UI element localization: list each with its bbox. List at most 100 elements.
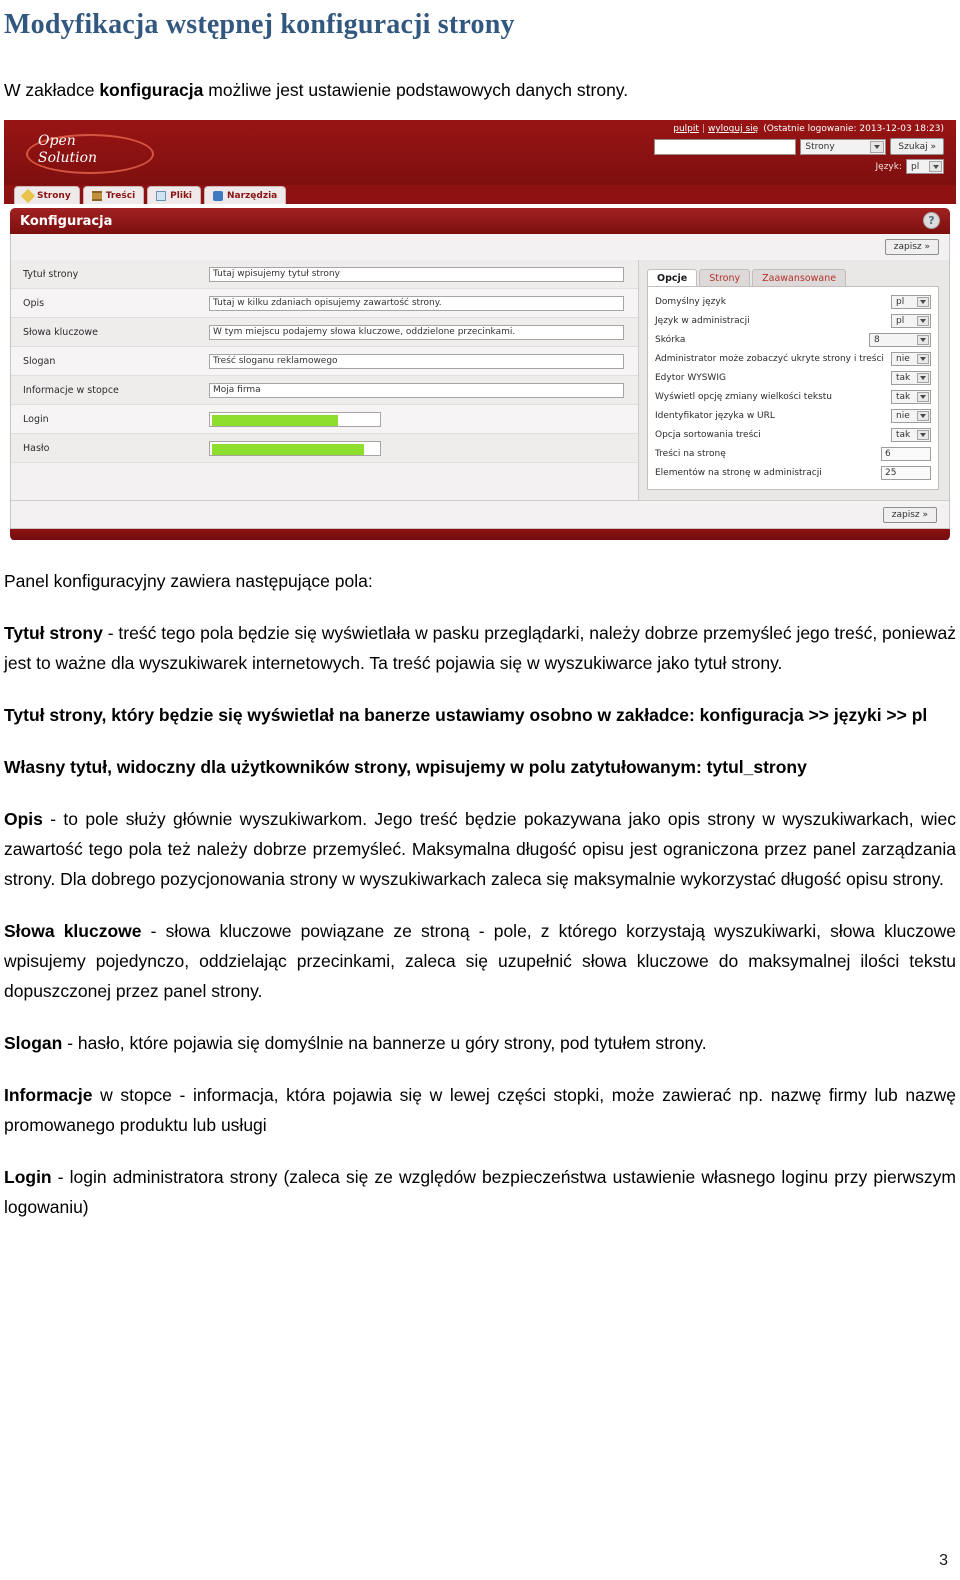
paragraph-opis: Opis - to pole służy głównie wyszukiwark…	[4, 804, 956, 894]
chevron-down-icon	[917, 391, 929, 402]
option-row: Domyślny język pl	[655, 292, 931, 311]
form-row: Slogan Treść sloganu reklamowego	[11, 347, 638, 376]
ukryte-strony-select[interactable]: nie	[891, 351, 931, 366]
form-row: Tytuł strony Tutaj wpisujemy tytuł stron…	[11, 260, 638, 289]
search-button[interactable]: Szukaj »	[890, 138, 944, 155]
opis-input[interactable]: Tutaj w kilku zdaniach opisujemy zawarto…	[209, 295, 624, 311]
term-slowa-kluczowe: Słowa kluczowe	[4, 921, 142, 941]
nav-tab-narzedzia[interactable]: Narzędzia	[204, 186, 287, 204]
form-row: Opis Tutaj w kilku zdaniach opisujemy za…	[11, 289, 638, 318]
paragraph-text: w stopce - informacja, która pojawia się…	[4, 1085, 956, 1135]
edytor-wyswig-select[interactable]: tak	[891, 370, 931, 385]
form-row: Informacje w stopce Moja firma	[11, 376, 638, 405]
option-row: Wyświetl opcję zmiany wielkości tekstu t…	[655, 387, 931, 406]
panel-columns: Tytuł strony Tutaj wpisujemy tytuł stron…	[11, 260, 949, 500]
slogan-input[interactable]: Treść sloganu reklamowego	[209, 353, 624, 369]
save-button-bottom[interactable]: zapisz »	[882, 506, 937, 523]
chevron-down-icon	[917, 410, 929, 421]
field-control: W tym miejscu podajemy słowa kluczowe, o…	[209, 324, 638, 340]
file-icon	[156, 190, 167, 201]
paragraph-text: - treść tego pola będzie się wyświetlała…	[4, 623, 956, 673]
app-logo: Open Solution	[24, 126, 154, 176]
header-right-area: pulpit | wyloguj się (Ostatnie logowanie: 2…	[654, 124, 944, 174]
panel-toolbar: zapisz »	[11, 234, 949, 260]
elementow-na-strone-input[interactable]: 25	[881, 465, 931, 480]
tresci-na-strone-input[interactable]: 6	[881, 446, 931, 461]
option-value: tak	[896, 391, 911, 402]
nav-tab-tresci[interactable]: Treści	[82, 186, 145, 204]
option-label: Elementów na stronę w administracji	[655, 467, 822, 478]
body-content: Panel konfiguracyjny zawiera następujące…	[4, 566, 956, 1222]
tools-icon	[213, 190, 224, 201]
nav-tab-label: Pliki	[170, 190, 193, 201]
option-row: Opcja sortowania treści tak	[655, 425, 931, 444]
tab-strony[interactable]: Strony	[699, 269, 751, 286]
search-input[interactable]	[654, 138, 797, 155]
search-scope-select[interactable]: Strony	[800, 138, 887, 155]
field-control: Treść sloganu reklamowego	[209, 353, 638, 369]
paragraph-login: Login - login administratora strony (zal…	[4, 1162, 956, 1222]
options-list: Domyślny język pl Język w administracji …	[647, 286, 939, 490]
app-screenshot: Open Solution pulpit | wyloguj się (Ostatni…	[4, 120, 956, 540]
option-label: Opcja sortowania treści	[655, 429, 761, 440]
sortowanie-tresci-select[interactable]: tak	[891, 427, 931, 442]
tab-zaawansowane[interactable]: Zaawansowane	[752, 269, 847, 286]
options-tabstrip: Opcje Strony Zaawansowane	[647, 268, 939, 286]
option-label: Identyfikator języka w URL	[655, 410, 775, 421]
nav-tab-label: Treści	[105, 190, 136, 201]
chevron-down-icon	[917, 353, 929, 364]
term-tytul-strony: Tytuł strony	[4, 623, 103, 643]
panel-bottom-bar	[10, 529, 950, 540]
redaction-bar	[212, 443, 364, 455]
pencil-icon	[20, 188, 36, 203]
help-icon[interactable]: ?	[923, 212, 940, 229]
tytul-strony-input[interactable]: Tutaj wpisujemy tytuł strony	[209, 266, 624, 282]
config-form: Tytuł strony Tutaj wpisujemy tytuł stron…	[11, 260, 639, 500]
identyfikator-jezyka-select[interactable]: nie	[891, 408, 931, 423]
haslo-input[interactable]	[209, 440, 381, 456]
page-title: Modyfikacja wstępnej konfiguracji strony	[4, 9, 515, 40]
nav-tab-strony[interactable]: Strony	[14, 186, 80, 204]
options-panel: Opcje Strony Zaawansowane Domyślny język…	[639, 260, 949, 500]
informacje-w-stopce-input[interactable]: Moja firma	[209, 382, 624, 398]
app-header: Open Solution pulpit | wyloguj się (Ostatni…	[4, 120, 956, 185]
paragraph-slogan: Slogan - hasło, które pojawia się domyśl…	[4, 1028, 956, 1058]
nav-tab-label: Strony	[37, 190, 71, 201]
domyslny-jezyk-select[interactable]: pl	[891, 294, 931, 309]
zmiana-wielkosci-tekstu-select[interactable]: tak	[891, 389, 931, 404]
term-opis: Opis	[4, 809, 43, 829]
dashboard-link[interactable]: pulpit	[673, 124, 699, 134]
header-language-row: Język: pl	[654, 159, 944, 174]
language-label: Język:	[875, 161, 903, 172]
jezyk-w-administracji-select[interactable]: pl	[891, 313, 931, 328]
field-control: Moja firma	[209, 382, 638, 398]
skorka-select[interactable]: 8	[869, 332, 931, 347]
chevron-down-icon	[917, 429, 929, 440]
paragraph-text: Własny tytuł, widoczny dla użytkowników …	[4, 757, 807, 777]
field-control: Tutaj wpisujemy tytuł strony	[209, 266, 638, 282]
intro-paragraph: W zakładce konfiguracja możliwe jest ust…	[4, 78, 960, 102]
header-account-links: pulpit | wyloguj się (Ostatnie logowanie: 2…	[654, 124, 944, 134]
slowa-kluczowe-input[interactable]: W tym miejscu podajemy słowa kluczowe, o…	[209, 324, 624, 340]
field-label: Tytuł strony	[23, 268, 79, 280]
language-select[interactable]: pl	[906, 159, 944, 174]
language-value: pl	[911, 161, 920, 172]
nav-tab-pliki[interactable]: Pliki	[147, 186, 202, 204]
paragraph-text: Tytuł strony, który będzie się wyświetla…	[4, 705, 928, 725]
logout-link[interactable]: wyloguj się	[708, 124, 758, 134]
chevron-down-icon	[917, 315, 929, 326]
intro-bold-term: konfiguracja	[99, 80, 204, 100]
option-row: Elementów na stronę w administracji 25	[655, 463, 931, 482]
option-value: 8	[874, 334, 880, 345]
tab-opcje[interactable]: Opcje	[647, 269, 698, 286]
paragraph-wlasny-tytul: Własny tytuł, widoczny dla użytkowników …	[4, 752, 956, 782]
paragraph-text: - hasło, które pojawia się domyślnie na …	[62, 1033, 707, 1053]
save-button-top[interactable]: zapisz »	[884, 239, 939, 255]
option-label: Administrator może zobaczyć ukryte stron…	[655, 353, 884, 364]
panel-footer: zapisz »	[11, 500, 949, 528]
option-label: Treści na stronę	[655, 448, 726, 459]
login-input[interactable]	[209, 411, 381, 427]
panel-title: Konfiguracja	[20, 213, 113, 229]
intro-text-before: W zakładce	[4, 80, 100, 100]
paragraph-text: - to pole służy głównie wyszukiwarkom. J…	[4, 809, 956, 889]
